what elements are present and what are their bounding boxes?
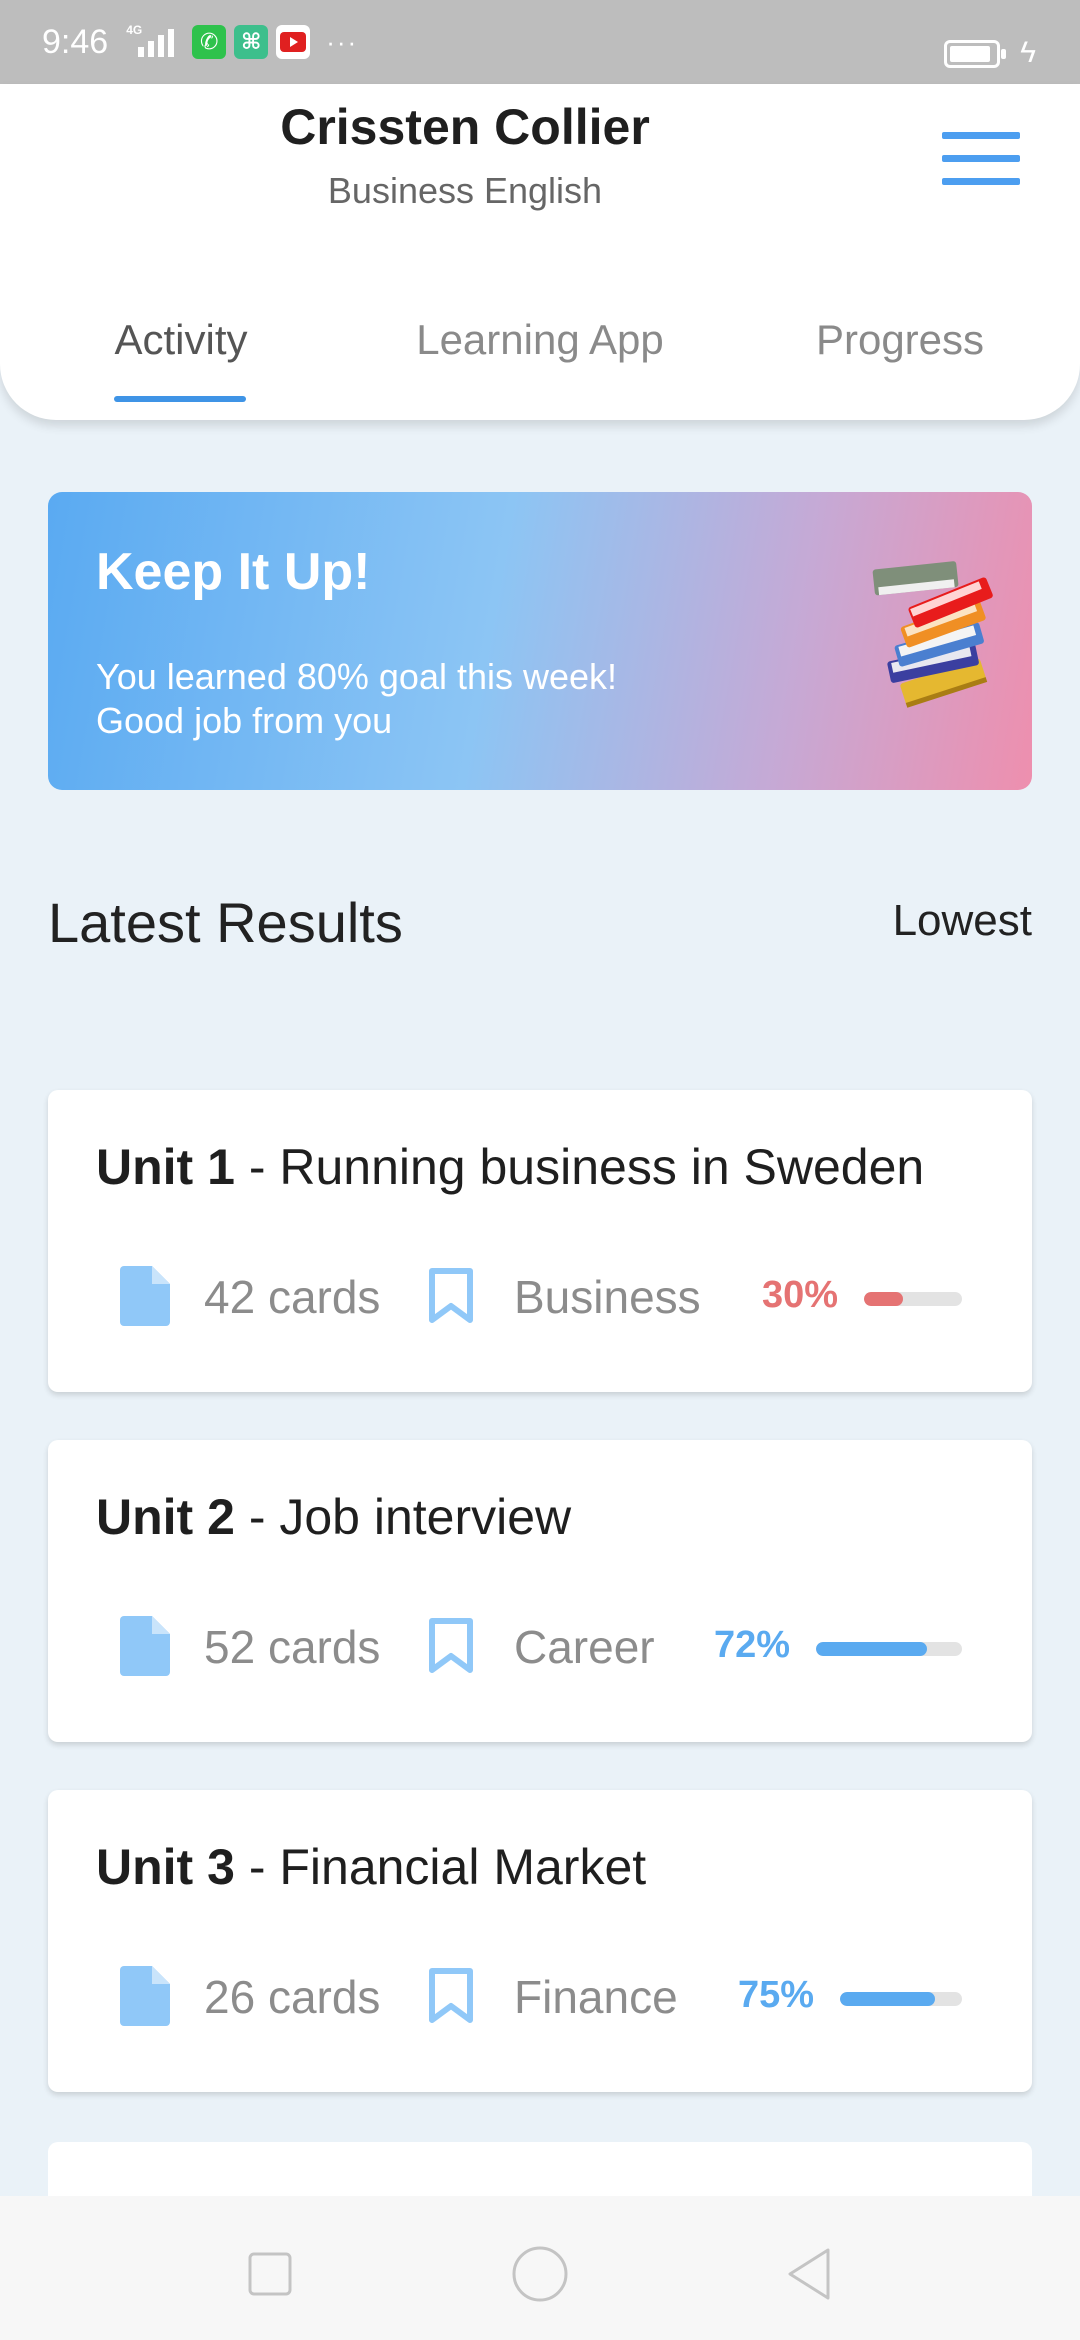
- unit-name: - Job interview: [248, 1489, 572, 1545]
- status-bar: 9:46 4G ✆ ⌘ ··· ϟ: [0, 0, 1080, 84]
- bookmark-icon: [429, 1968, 473, 2023]
- goal-banner: Keep It Up! You learned 80% goal this we…: [48, 492, 1032, 790]
- document-icon: [120, 1266, 170, 1326]
- sort-button[interactable]: Lowest: [893, 896, 1032, 946]
- tab-bar: Activity Learning App Progress: [0, 316, 1080, 420]
- tab-learning-app[interactable]: Learning App: [410, 316, 670, 364]
- progress-fill: [864, 1292, 904, 1306]
- card-count: 42 cards: [204, 1271, 381, 1323]
- home-icon[interactable]: [510, 2244, 570, 2304]
- progress-percent: 72%: [713, 1624, 790, 1666]
- tab-activity[interactable]: Activity: [114, 316, 248, 364]
- signal-icon: 4G: [126, 23, 175, 57]
- document-icon: [120, 1966, 170, 2026]
- unit-name: - Running business in Sweden: [248, 1139, 925, 1195]
- whatsapp-notification-icon: ✆: [192, 25, 227, 59]
- card-count: 52 cards: [204, 1621, 381, 1673]
- banner-title: Keep It Up!: [96, 543, 371, 601]
- banner-message: You learned 80% goal this week!: [96, 656, 618, 697]
- unit-card[interactable]: Unit 1 - Running business in Sweden 42 c…: [48, 1090, 1032, 1392]
- stack-of-books-icon: [872, 561, 993, 708]
- banner-submessage: Good job from you: [96, 700, 393, 741]
- youtube-notification-icon: [276, 25, 311, 59]
- unit-title: Unit 3 - Financial Market: [96, 1838, 646, 1896]
- latest-results-title: Latest Results: [48, 891, 403, 954]
- progress-fill: [816, 1642, 927, 1656]
- bookmark-icon: [429, 1618, 473, 1673]
- hamburger-menu-icon[interactable]: [942, 132, 1020, 186]
- recent-apps-icon[interactable]: [240, 2244, 300, 2304]
- progress-fill: [840, 1992, 936, 2006]
- unit-name: - Financial Market: [248, 1839, 647, 1895]
- progress-percent: 75%: [737, 1974, 814, 2016]
- active-tab-indicator: [114, 396, 246, 402]
- back-icon[interactable]: [780, 2244, 840, 2304]
- progress-bar: [864, 1292, 962, 1306]
- charging-icon: ϟ: [1020, 36, 1036, 69]
- unit-category: Career: [514, 1621, 655, 1673]
- document-icon: [120, 1616, 170, 1676]
- profile-name: Crissten Collier: [280, 99, 650, 155]
- app-notification-icon: ⌘: [234, 25, 269, 59]
- unit-number: Unit 2: [96, 1489, 235, 1545]
- unit-number: Unit 3: [96, 1839, 235, 1895]
- more-notifications: ···: [326, 26, 359, 57]
- progress-bar: [816, 1642, 962, 1656]
- system-nav-bar: [0, 2196, 1080, 2340]
- unit-title: Unit 1 - Running business in Sweden: [96, 1138, 924, 1196]
- unit-category: Finance: [514, 1971, 678, 2023]
- bookmark-icon: [429, 1268, 473, 1323]
- unit-number: Unit 1: [96, 1139, 235, 1195]
- unit-card[interactable]: Unit 3 - Financial Market 26 cards Finan…: [48, 1790, 1032, 2092]
- course-name: Business English: [327, 170, 603, 211]
- unit-title: Unit 2 - Job interview: [96, 1488, 571, 1546]
- network-type: 4G: [126, 23, 143, 37]
- unit-category: Business: [514, 1271, 701, 1323]
- profile-header: Crissten Collier Business English Activi…: [0, 84, 1080, 420]
- card-count: 26 cards: [204, 1971, 381, 2023]
- status-time: 9:46: [42, 22, 109, 61]
- tab-progress[interactable]: Progress: [800, 316, 1000, 364]
- battery-icon: [944, 40, 1006, 68]
- unit-card[interactable]: Unit 2 - Job interview 52 cards Career 7…: [48, 1440, 1032, 1742]
- progress-percent: 30%: [761, 1274, 838, 1316]
- progress-bar: [840, 1992, 962, 2006]
